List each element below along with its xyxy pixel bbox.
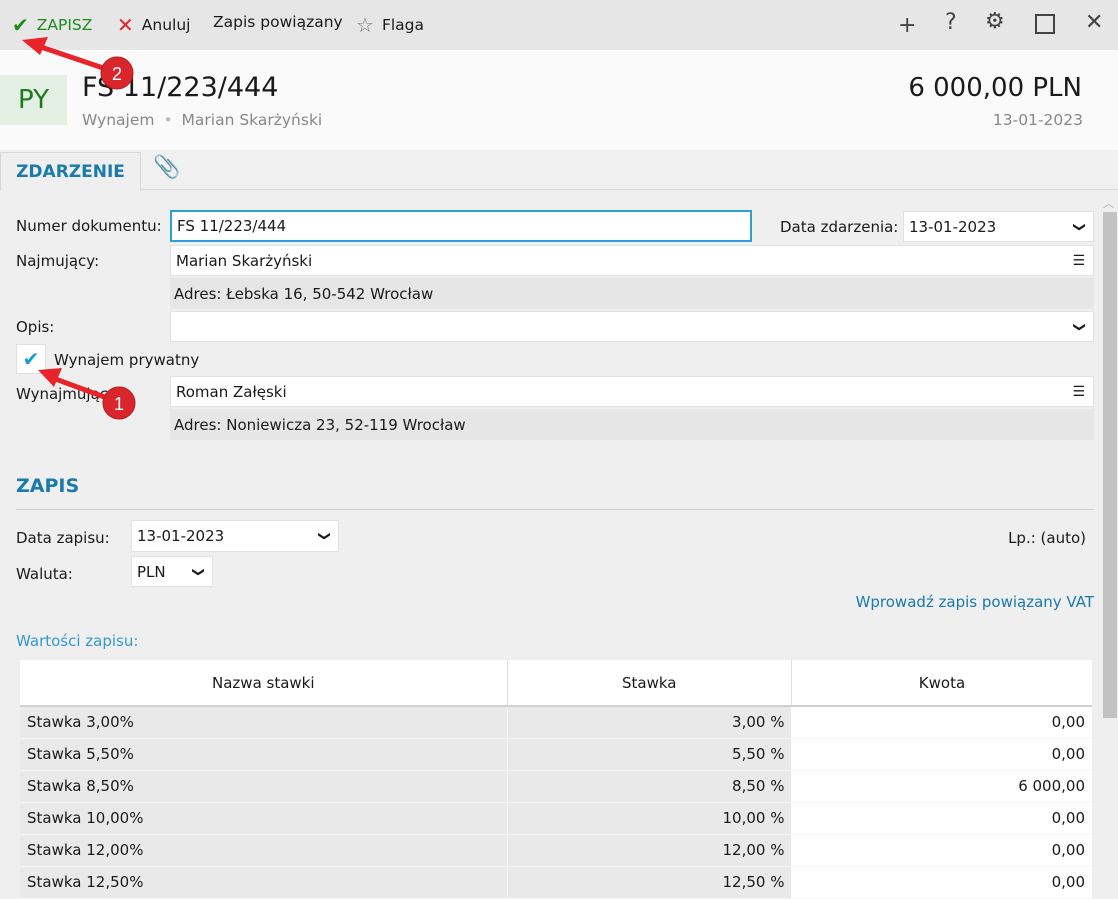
entry-date-label: Data zapisu:: [16, 529, 110, 547]
event-date-label: Data zdarzenia:: [780, 218, 899, 236]
chevron-down-icon: ❯: [1072, 221, 1087, 232]
event-date-select[interactable]: 13-01-2023 ❯: [903, 211, 1094, 242]
table-row[interactable]: Stawka 3,00% 3,00 % 0,00: [20, 706, 1092, 739]
vat-linked-link[interactable]: Wprowadź zapis powiązany VAT: [856, 593, 1094, 611]
rate-name-cell: Stawka 12,00%: [20, 834, 508, 867]
private-rental-checkbox[interactable]: ✔: [16, 344, 46, 374]
tab-attachments-paperclip-icon[interactable]: 📎: [153, 155, 180, 180]
amount-cell[interactable]: 0,00: [791, 866, 1092, 899]
column-header[interactable]: Nazwa stawki: [20, 660, 508, 707]
private-rental-label: Wynajem prywatny: [54, 351, 200, 369]
cancel-button[interactable]: ✕ Anuluj: [117, 13, 190, 37]
gear-icon[interactable]: ⚙: [985, 9, 1005, 34]
rate-name-cell: Stawka 5,50%: [20, 738, 508, 771]
entry-date-select[interactable]: 13-01-2023 ❯: [131, 520, 339, 552]
divider: [16, 509, 1094, 510]
table-row[interactable]: Stawka 10,00% 10,00 % 0,00: [20, 802, 1092, 835]
star-icon: ☆: [356, 13, 374, 37]
rate-cell: 8,50 %: [506, 770, 792, 803]
rate-cell: 10,00 %: [506, 802, 792, 835]
chevron-down-icon: ❯: [1072, 321, 1087, 332]
landlord-label: Wynajmujący:: [16, 385, 121, 403]
avatar: PY: [0, 75, 67, 125]
rate-cell: 3,00 %: [506, 706, 792, 739]
linked-entry-button[interactable]: Zapis powiązany: [213, 13, 343, 31]
tenant-input[interactable]: Marian Skarżyński ☰: [170, 245, 1094, 276]
tenant-address: Adres: Łebska 16, 50-542 Wrocław: [170, 278, 1094, 309]
rate-name-cell: Stawka 10,00%: [20, 802, 508, 835]
table-row[interactable]: Stawka 8,50% 8,50 % 6 000,00: [20, 770, 1092, 803]
entry-heading: ZAPIS: [16, 475, 80, 497]
landlord-address: Adres: Noniewicza 23, 52-119 Wrocław: [170, 409, 1094, 440]
table-row[interactable]: Stawka 12,50% 12,50 % 0,00: [20, 866, 1092, 899]
chevron-down-icon: ❯: [191, 566, 206, 577]
subtitle: Wynajem • Marian Skarżyński: [82, 111, 323, 129]
checkmark-icon: ✔: [12, 13, 29, 37]
rate-name-cell: Stawka 12,50%: [20, 866, 508, 899]
header-date: 13-01-2023: [992, 111, 1083, 129]
description-label: Opis:: [16, 318, 55, 336]
close-window-icon[interactable]: ✕: [1085, 10, 1103, 35]
maximize-icon[interactable]: [1035, 14, 1055, 34]
amount-cell[interactable]: 0,00: [791, 802, 1092, 835]
rates-table: Nazwa stawki Stawka Kwota Stawka 3,00% 3,…: [20, 660, 1092, 899]
table-row[interactable]: Stawka 5,50% 5,50 % 0,00: [20, 738, 1092, 771]
add-linked-icon[interactable]: +: [898, 13, 916, 38]
save-button[interactable]: ✔ ZAPISZ: [12, 13, 92, 37]
rate-name-cell: Stawka 8,50%: [20, 770, 508, 803]
menu-icon[interactable]: ☰: [1072, 253, 1085, 269]
rate-cell: 12,50 %: [506, 866, 792, 899]
values-label: Wartości zapisu:: [16, 632, 139, 650]
amount-cell[interactable]: 0,00: [791, 834, 1092, 867]
lp-value: Lp.: (auto): [1008, 529, 1086, 547]
help-icon[interactable]: ?: [945, 10, 957, 35]
amount-cell[interactable]: 0,00: [791, 738, 1092, 771]
rate-name-cell: Stawka 3,00%: [20, 706, 508, 739]
close-icon: ✕: [117, 13, 134, 37]
amount-cell[interactable]: 6 000,00: [791, 770, 1092, 803]
description-select[interactable]: ❯: [170, 311, 1094, 342]
table-row[interactable]: Stawka 12,00% 12,00 % 0,00: [20, 834, 1092, 867]
column-header[interactable]: Kwota: [791, 660, 1092, 707]
tenant-label: Najmujący:: [16, 252, 100, 270]
tab-event[interactable]: ZDARZENIE: [0, 152, 141, 191]
currency-label: Waluta:: [16, 565, 73, 583]
currency-select[interactable]: PLN ❯: [131, 556, 213, 587]
scrollbar-thumb[interactable]: [1103, 212, 1117, 718]
column-header[interactable]: Stawka: [507, 660, 792, 707]
total-amount: 6 000,00 PLN: [908, 73, 1082, 103]
menu-icon[interactable]: ☰: [1072, 384, 1085, 400]
doc-number-input[interactable]: FS 11/223/444: [170, 210, 752, 242]
scroll-up-icon[interactable]: ︿: [1103, 195, 1114, 211]
flag-button[interactable]: ☆ Flaga: [356, 13, 424, 37]
chevron-down-icon: ❯: [317, 530, 332, 542]
landlord-input[interactable]: Roman Załęski ☰: [170, 376, 1094, 407]
amount-cell[interactable]: 0,00: [791, 706, 1092, 739]
rate-cell: 12,00 %: [506, 834, 792, 867]
doc-number-label: Numer dokumentu:: [16, 217, 162, 235]
toolbar: ✔ ZAPISZ ✕ Anuluj Zapis powiązany ☆ Flaga +…: [0, 0, 1118, 50]
page-title: FS 11/223/444: [82, 72, 279, 103]
rate-cell: 5,50 %: [506, 738, 792, 771]
